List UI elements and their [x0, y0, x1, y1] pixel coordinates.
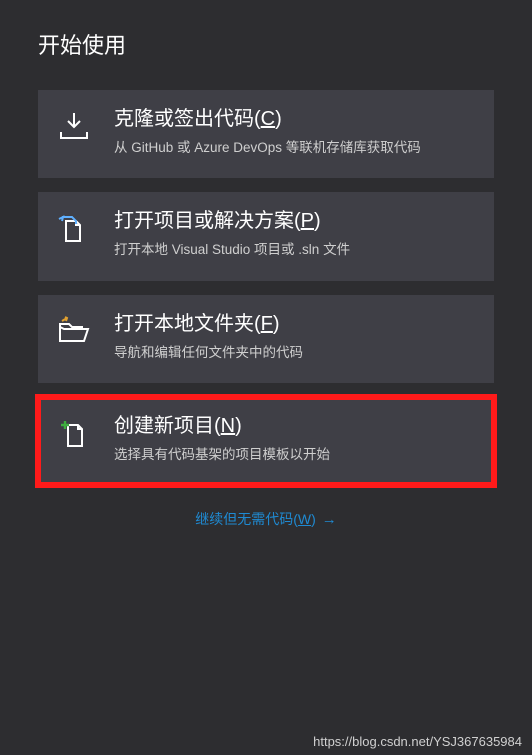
- continue-without-code-link[interactable]: 继续但无需代码(W) →: [195, 509, 337, 529]
- create-project-card[interactable]: 创建新项目(N) 选择具有代码基架的项目模板以开始: [38, 397, 494, 485]
- card-title: 克隆或签出代码(C): [114, 106, 476, 132]
- card-desc: 选择具有代码基架的项目模板以开始: [114, 445, 476, 465]
- card-desc: 打开本地 Visual Studio 项目或 .sln 文件: [114, 240, 476, 260]
- open-project-card[interactable]: 打开项目或解决方案(P) 打开本地 Visual Studio 项目或 .sln…: [38, 192, 494, 280]
- arrow-right-icon: →: [322, 511, 337, 528]
- open-project-icon: [56, 210, 92, 250]
- watermark: https://blog.csdn.net/YSJ367635984: [313, 734, 522, 749]
- card-title: 打开项目或解决方案(P): [114, 208, 476, 234]
- card-desc: 从 GitHub 或 Azure DevOps 等联机存储库获取代码: [114, 138, 476, 158]
- card-title: 打开本地文件夹(F): [114, 311, 476, 337]
- open-folder-icon: [56, 313, 92, 353]
- open-folder-card[interactable]: 打开本地文件夹(F) 导航和编辑任何文件夹中的代码: [38, 295, 494, 383]
- clone-checkout-card[interactable]: 克隆或签出代码(C) 从 GitHub 或 Azure DevOps 等联机存储…: [38, 90, 494, 178]
- start-cards: 克隆或签出代码(C) 从 GitHub 或 Azure DevOps 等联机存储…: [38, 90, 494, 485]
- new-project-icon: [56, 415, 92, 455]
- card-title: 创建新项目(N): [114, 413, 476, 439]
- page-title: 开始使用: [38, 28, 494, 60]
- card-desc: 导航和编辑任何文件夹中的代码: [114, 343, 476, 363]
- clone-icon: [56, 108, 92, 148]
